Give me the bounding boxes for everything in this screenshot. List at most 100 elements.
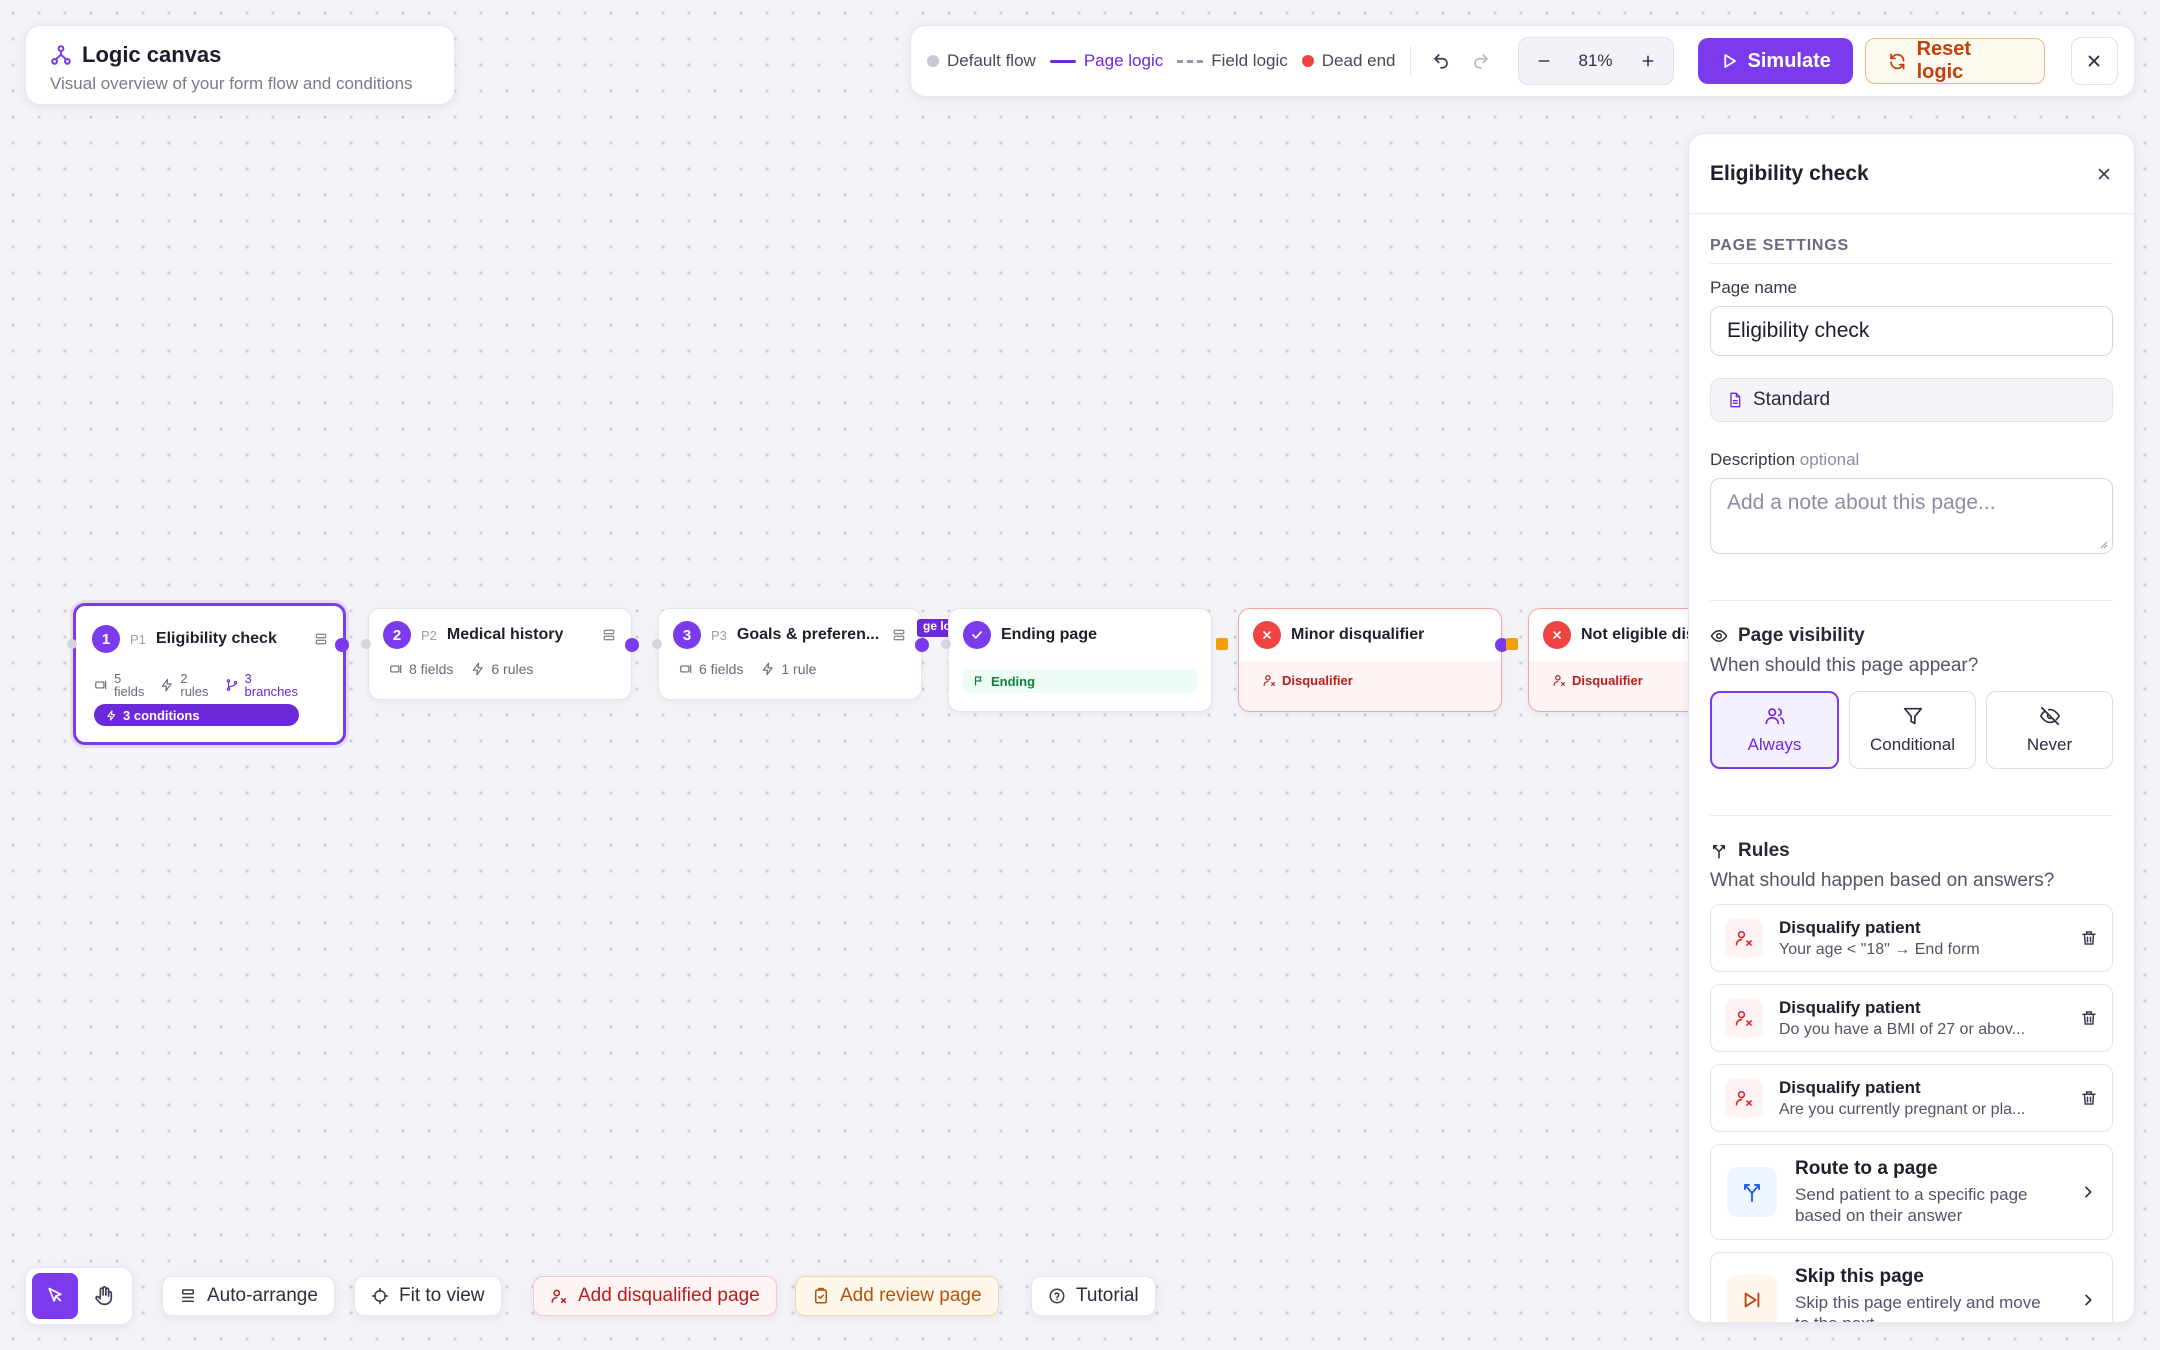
redo-button[interactable]	[1464, 44, 1498, 78]
focus-icon	[371, 1287, 389, 1305]
output-port[interactable]	[915, 638, 929, 652]
rules-word: rules	[180, 684, 209, 699]
divider	[1409, 46, 1411, 76]
chevron-right-icon	[2080, 1292, 2096, 1308]
input-port[interactable]	[67, 639, 77, 649]
node-title: Eligibility check	[155, 630, 277, 647]
simulate-button[interactable]: Simulate	[1697, 38, 1853, 84]
divider	[1710, 600, 2113, 601]
resize-handle-icon	[2100, 541, 2108, 549]
input-port[interactable]	[1506, 638, 1518, 650]
node-menu-icon[interactable]	[601, 627, 617, 643]
rule-item[interactable]: Disqualify patient Are you currently pre…	[1710, 1064, 2113, 1132]
play-icon	[1723, 54, 1736, 68]
delete-rule-button[interactable]	[2080, 929, 2098, 947]
input-port[interactable]	[1216, 638, 1228, 650]
skip-page-action[interactable]: Skip this page Skip this page entirely a…	[1710, 1252, 2113, 1322]
rule-description: Your age < "18" → End form	[1779, 940, 1980, 958]
red-dot-icon	[1301, 55, 1314, 67]
chevron-right-icon	[2080, 1184, 2096, 1200]
rule-item[interactable]: Disqualify patient Do you have a BMI of …	[1710, 984, 2113, 1052]
rule-title: Disqualify patient	[1779, 997, 1921, 1017]
trash-icon	[2082, 1011, 2096, 1025]
close-panel-button[interactable]	[2095, 165, 2113, 183]
input-port[interactable]	[361, 639, 371, 649]
visibility-conditional-option[interactable]: Conditional	[1849, 691, 1976, 769]
node-menu-icon[interactable]	[891, 627, 907, 643]
node-menu-icon[interactable]	[313, 631, 329, 647]
page-type-value: Standard	[1753, 389, 1831, 410]
rule-title: Disqualify patient	[1779, 1077, 1921, 1097]
legend-default-flow: Default flow	[927, 51, 1036, 71]
page-id: P2	[421, 627, 437, 643]
clipboard-check-icon	[815, 1287, 827, 1304]
output-port[interactable]	[625, 638, 639, 652]
undo-button[interactable]	[1424, 44, 1458, 78]
fields-word: fields	[114, 684, 145, 699]
node-medical-history[interactable]: 2 P2 Medical history 8 fields 6 rules	[368, 608, 632, 700]
legend-label: Dead end	[1321, 51, 1396, 70]
node-goals-preferences[interactable]: 3 P3 Goals & preferen... 6 fields 1 rule	[658, 608, 922, 700]
conditions-badge[interactable]: 3 conditions	[94, 704, 299, 726]
route-icon	[1727, 1167, 1777, 1217]
skip-icon	[1727, 1275, 1777, 1322]
option-label: Always	[1747, 735, 1802, 754]
node-ending-page[interactable]: Ending page Ending	[948, 608, 1212, 712]
output-port[interactable]	[335, 638, 349, 652]
description-textarea[interactable]: Add a note about this page...	[1710, 478, 2113, 554]
rule-item[interactable]: Disqualify patient Your age < "18" → End…	[1710, 904, 2113, 972]
trash-icon	[2082, 931, 2096, 945]
action-title: Route to a page	[1795, 1157, 1938, 1179]
input-port[interactable]	[652, 639, 662, 649]
help-circle-icon	[1049, 1288, 1065, 1304]
visibility-never-option[interactable]: Never	[1986, 691, 2113, 769]
flag-icon	[974, 676, 982, 686]
rules-title: Rules	[1738, 840, 1790, 861]
input-port[interactable]	[941, 639, 951, 649]
field-icon	[680, 664, 692, 674]
node-eligibility-check[interactable]: 1 P1 Eligibility check 5 fields 2 rules 3b…	[73, 603, 346, 745]
bolt-icon	[107, 709, 116, 721]
reset-logic-button[interactable]: Reset logic	[1864, 38, 2045, 84]
check-icon	[963, 621, 991, 649]
close-canvas-button[interactable]	[2070, 37, 2118, 85]
add-review-page-button[interactable]: Add review page	[795, 1276, 999, 1316]
action-description-line: to the next	[1795, 1314, 1874, 1322]
section-label: PAGE SETTINGS	[1710, 237, 2113, 264]
visibility-always-option[interactable]: Always	[1710, 691, 1839, 769]
pan-tool-button[interactable]	[81, 1273, 127, 1319]
legend-label: Field logic	[1211, 51, 1288, 70]
page-name-input[interactable]: Eligibility check	[1710, 306, 2113, 356]
zoom-in-button[interactable]	[1631, 44, 1665, 78]
description-label-text: Description	[1710, 450, 1796, 469]
rules-count: 1 rule	[761, 661, 816, 677]
button-label: Fit to view	[399, 1285, 485, 1306]
split-icon	[1713, 845, 1725, 859]
add-disqualified-page-button[interactable]: Add disqualified page	[533, 1276, 777, 1316]
zoom-out-button[interactable]	[1527, 44, 1561, 78]
disqualifier-label: Disqualifier	[1572, 673, 1643, 688]
eye-off-icon	[2039, 706, 2060, 726]
rules-label: 1 rule	[781, 661, 817, 677]
solid-line-icon	[1049, 59, 1076, 63]
auto-arrange-button[interactable]: Auto-arrange	[162, 1276, 335, 1316]
select-tool-button[interactable]	[31, 1273, 78, 1319]
fit-to-view-button[interactable]: Fit to view	[354, 1276, 502, 1316]
rules-question: What should happen based on answers?	[1710, 870, 2055, 891]
conditions-label: 3 conditions	[123, 707, 200, 723]
action-title: Skip this page	[1795, 1265, 1924, 1287]
tutorial-button[interactable]: Tutorial	[1031, 1276, 1156, 1316]
description-label: Description optional	[1710, 450, 2113, 470]
route-to-page-action[interactable]: Route to a page Send patient to a specif…	[1710, 1144, 2113, 1240]
node-title: Not eligible dis	[1581, 626, 1695, 643]
action-description: Skip this page entirely and move to the …	[1795, 1292, 2041, 1322]
button-label: Auto-arrange	[207, 1285, 318, 1306]
node-minor-disqualifier[interactable]: Minor disqualifier Disqualifier	[1238, 608, 1502, 712]
delete-rule-button[interactable]	[2080, 1089, 2098, 1107]
layout-icon	[182, 1289, 194, 1302]
node-title: Minor disqualifier	[1291, 626, 1425, 643]
trash-icon	[2082, 1091, 2096, 1105]
branches-count: 3 branches	[225, 672, 298, 698]
delete-rule-button[interactable]	[2080, 1009, 2098, 1027]
page-type-selector[interactable]: Standard	[1710, 378, 2113, 422]
